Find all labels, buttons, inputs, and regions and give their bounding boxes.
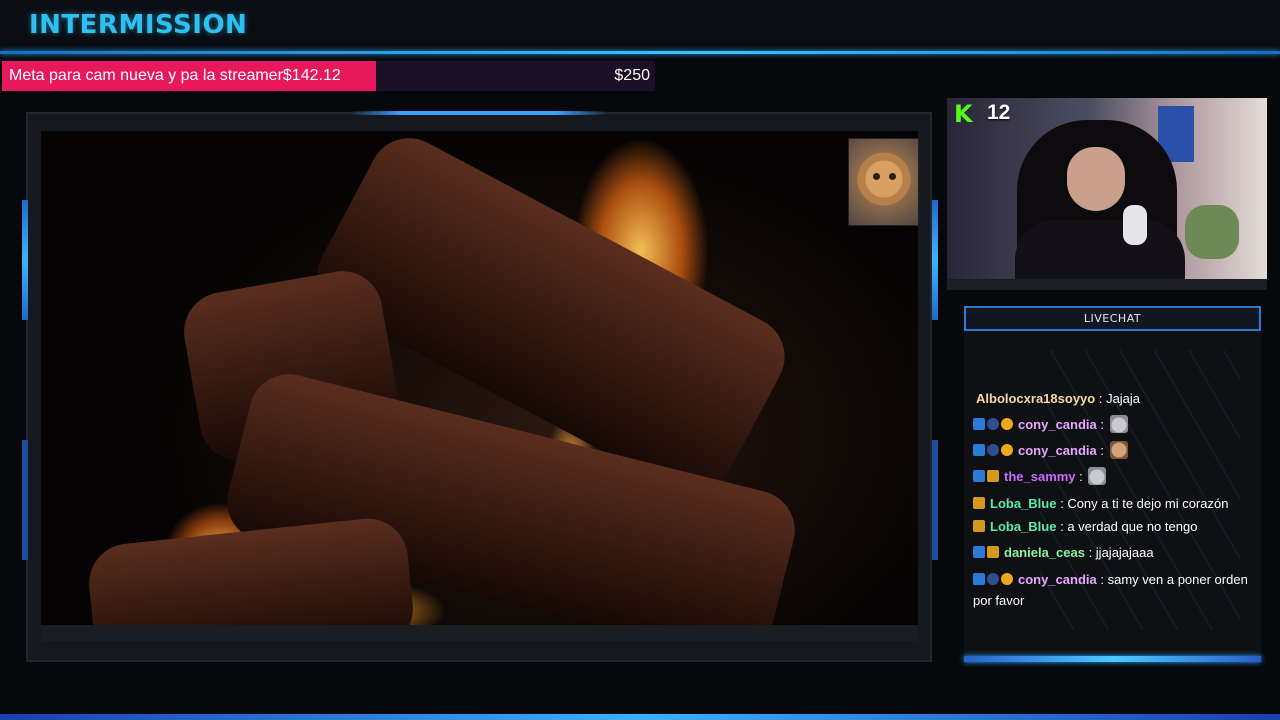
chat-username[interactable]: Loba_Blue bbox=[990, 519, 1056, 534]
chat-text: Cony a ti te dejo mi corazón bbox=[1067, 496, 1229, 511]
frame-right-accent-lower bbox=[932, 440, 938, 560]
page-title: INTERMISSION bbox=[29, 10, 248, 40]
chat-message: Loba_Blue : Cony a ti te dejo mi corazón bbox=[973, 490, 1269, 514]
cat-emote-icon bbox=[1088, 467, 1107, 485]
kick-logo-icon: K bbox=[954, 100, 973, 128]
goal-label: Meta para cam nueva y pa la streamer$142… bbox=[9, 67, 341, 84]
crown-badge-icon bbox=[987, 470, 999, 482]
webcam-bottom-bar bbox=[947, 279, 1267, 290]
coin-badge-icon bbox=[1001, 444, 1013, 456]
chat-header: LIVECHAT bbox=[964, 306, 1261, 331]
coin-badge-icon bbox=[1001, 573, 1013, 585]
chat-text: a verdad que no tengo bbox=[1067, 519, 1198, 534]
frame-top-glow bbox=[350, 111, 608, 115]
chat-username[interactable]: Loba_Blue bbox=[990, 496, 1056, 511]
goal-target: $250 bbox=[614, 67, 650, 84]
log-bottom bbox=[85, 514, 417, 641]
chat-message: Albolocxra18soyyo : Jajaja bbox=[973, 386, 1269, 412]
video-bottom-bar bbox=[41, 625, 918, 641]
chat-username[interactable]: cony_candia bbox=[1018, 572, 1097, 587]
sub-badge-icon bbox=[987, 418, 999, 430]
chat-username[interactable]: Albolocxra18soyyo bbox=[976, 391, 1095, 406]
microphone bbox=[1123, 205, 1147, 245]
chat-username[interactable]: cony_candia bbox=[1018, 443, 1097, 458]
chat-separator: : bbox=[1096, 417, 1108, 432]
cat-eye-left bbox=[873, 173, 880, 180]
sub-badge-icon bbox=[987, 444, 999, 456]
coin-badge-icon bbox=[1001, 418, 1013, 430]
fireplace-video bbox=[41, 131, 918, 641]
chat-message: cony_candia : bbox=[973, 438, 1269, 464]
streamer-face bbox=[1067, 147, 1125, 211]
prime-badge-icon bbox=[973, 546, 985, 558]
prime-badge-icon bbox=[973, 573, 985, 585]
chat-message: cony_candia : bbox=[973, 412, 1269, 438]
face-emote-icon bbox=[1109, 441, 1128, 459]
chat-text: jjajajajaaa bbox=[1095, 545, 1154, 560]
chat-separator: : bbox=[1084, 545, 1096, 560]
sub-badge-icon bbox=[987, 573, 999, 585]
chat-bottom-line bbox=[964, 656, 1261, 662]
crown-badge-icon bbox=[973, 520, 985, 532]
bottom-divider bbox=[0, 714, 1280, 720]
chat-message: Loba_Blue : a verdad que no tengo bbox=[973, 514, 1269, 540]
chat-username[interactable]: daniela_ceas bbox=[1004, 545, 1085, 560]
chat-messages[interactable]: Albolocxra18soyyo : Jajaja cony_candia : … bbox=[973, 386, 1269, 611]
chat-message: cony_candia : samy ven a poner orden por… bbox=[973, 566, 1269, 611]
frame-left-accent bbox=[22, 200, 28, 320]
chat-text: samy ven a poner orden por favor bbox=[973, 572, 1248, 608]
chat-separator: : bbox=[1095, 391, 1107, 406]
chat-text: Jajaja bbox=[1106, 391, 1141, 406]
cat-emote-icon bbox=[1109, 415, 1128, 433]
plush-toy bbox=[1185, 205, 1239, 259]
donation-goal-bar: Meta para cam nueva y pa la streamer$142… bbox=[2, 61, 655, 91]
chat-separator: : bbox=[1096, 443, 1108, 458]
prime-badge-icon bbox=[973, 444, 985, 456]
chat-separator: : bbox=[1056, 496, 1068, 511]
chat-separator: : bbox=[1056, 519, 1068, 534]
chat-message: the_sammy : bbox=[973, 464, 1269, 490]
viewer-count: 12 bbox=[987, 101, 1011, 124]
cat-cam-icon bbox=[848, 138, 919, 226]
crown-badge-icon bbox=[973, 497, 985, 509]
frame-left-accent-lower bbox=[22, 440, 28, 560]
cat-eye-right bbox=[889, 173, 896, 180]
chat-separator: : bbox=[1075, 469, 1087, 484]
crown-badge-icon bbox=[987, 546, 999, 558]
chat-username[interactable]: cony_candia bbox=[1018, 417, 1097, 432]
chat-separator: : bbox=[1096, 572, 1108, 587]
chat-username[interactable]: the_sammy bbox=[1004, 469, 1076, 484]
top-divider bbox=[0, 51, 1280, 54]
prime-badge-icon bbox=[973, 418, 985, 430]
chat-message: daniela_ceas : jjajajajaaa bbox=[973, 540, 1269, 566]
prime-badge-icon bbox=[973, 470, 985, 482]
frame-right-accent bbox=[932, 200, 938, 320]
